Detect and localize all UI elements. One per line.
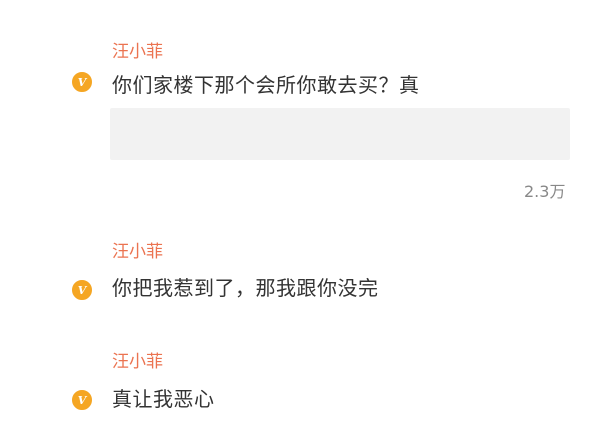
username[interactable]: 汪小菲 [112, 237, 163, 262]
reply-preview[interactable] [110, 108, 570, 160]
verified-icon: V [70, 278, 94, 302]
comment-text: 你把我惹到了，那我跟你没完 [112, 276, 379, 300]
comment-text-body: 你们家楼下那个会所你敢去买？真 [112, 73, 420, 97]
username[interactable]: 汪小菲 [112, 37, 163, 62]
username[interactable]: 汪小菲 [112, 347, 163, 372]
comment-text: 真让我恶心 [112, 387, 215, 411]
comment-text: 你们家楼下那个会所你敢去买？真 [112, 69, 420, 98]
verified-icon: V [70, 388, 94, 412]
verified-icon: V [70, 70, 94, 94]
like-count: 2.3万 [524, 182, 566, 201]
